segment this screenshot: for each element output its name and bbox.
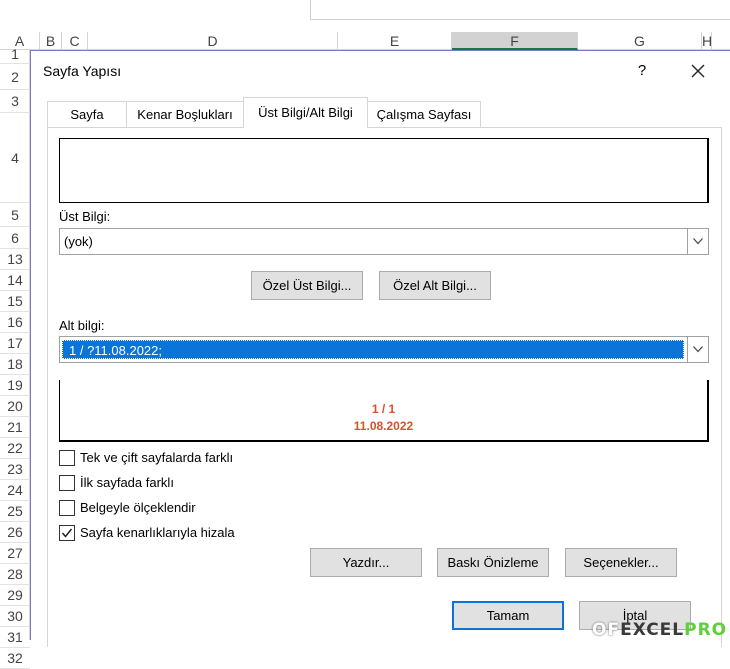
row-header-bar: 1 2 3 4 5 6 13 14 15 16 17 18 19 20 21 22 23 24 25 26 27 28 29… [0, 46, 30, 669]
header-label: Üst Bilgi: [59, 209, 111, 224]
column-header-d[interactable]: D [88, 32, 338, 50]
row-header-19[interactable]: 19 [0, 375, 30, 396]
chevron-down-icon [693, 238, 703, 245]
checkbox-label: Belgeyle ölçeklendir [80, 500, 196, 515]
tab-sheet[interactable]: Çalışma Sayfası [367, 101, 481, 128]
header-dropdown-arrow[interactable] [687, 229, 708, 254]
column-header-f[interactable]: F [452, 32, 578, 50]
custom-header-button[interactable]: Özel Üst Bilgi... [251, 271, 363, 300]
watermark-part-of: OF [592, 620, 621, 640]
tab-page[interactable]: Sayfa [47, 101, 127, 128]
row-header-2[interactable]: 2 [0, 64, 30, 90]
header-footer-panel: Üst Bilgi: (yok) Özel Üst Bilgi... Özel … [47, 127, 722, 647]
footer-label: Alt bilgi: [59, 318, 105, 333]
row-header-27[interactable]: 27 [0, 543, 30, 564]
row-header-28[interactable]: 28 [0, 564, 30, 585]
watermark-part-pro: PRO [684, 620, 728, 640]
row-header-17[interactable]: 17 [0, 333, 30, 354]
checkmark-icon [61, 528, 73, 538]
tab-header-footer[interactable]: Üst Bilgi/Alt Bilgi [243, 97, 368, 128]
column-header-h[interactable]: H [702, 32, 712, 50]
checkbox-label: İlk sayfada farklı [80, 475, 174, 490]
header-select[interactable]: (yok) [59, 228, 709, 255]
tab-margins[interactable]: Kenar Boşlukları [126, 101, 244, 128]
row-header-15[interactable]: 15 [0, 291, 30, 312]
footer-select-value: 1 / ?11.08.2022; [62, 340, 684, 359]
row-header-31[interactable]: 31 [0, 627, 30, 648]
checkbox-align-margins[interactable]: Sayfa kenarlıklarıyla hizala [59, 525, 259, 543]
close-icon [691, 64, 705, 78]
row-header-6[interactable]: 6 [0, 227, 30, 249]
row-header-1[interactable]: 1 [0, 45, 30, 64]
column-header-bar: ABCDEFGH [0, 32, 730, 50]
checkbox-box[interactable] [59, 500, 75, 516]
page-setup-dialog: Sayfa Yapısı ? Sayfa Kenar Boşlukları Üs… [30, 50, 730, 647]
column-header-e[interactable]: E [338, 32, 452, 50]
header-select-value: (yok) [64, 234, 93, 249]
checkbox-box[interactable] [59, 525, 75, 541]
custom-footer-button[interactable]: Özel Alt Bilgi... [379, 271, 491, 300]
dialog-title: Sayfa Yapısı [43, 63, 122, 79]
row-header-5[interactable]: 5 [0, 203, 30, 227]
row-header-32[interactable]: 32 [0, 648, 30, 669]
formula-bar[interactable] [310, 0, 730, 20]
footer-select[interactable]: 1 / ?11.08.2022; [59, 336, 709, 363]
checkbox-box[interactable] [59, 450, 75, 466]
row-header-21[interactable]: 21 [0, 417, 30, 438]
help-button[interactable]: ? [629, 59, 655, 83]
options-button[interactable]: Seçenekler... [565, 548, 677, 577]
footer-preview: 1 / 1 11.08.2022 [59, 380, 709, 442]
row-header-16[interactable]: 16 [0, 312, 30, 333]
close-button[interactable] [683, 59, 713, 83]
chevron-down-icon [693, 346, 703, 353]
column-header-g[interactable]: G [578, 32, 702, 50]
row-header-20[interactable]: 20 [0, 396, 30, 417]
row-header-26[interactable]: 26 [0, 522, 30, 543]
column-header-b[interactable]: B [40, 32, 62, 50]
footer-preview-date: 11.08.2022 [353, 419, 414, 433]
print-preview-button[interactable]: Baskı Önizleme [437, 548, 549, 577]
row-header-14[interactable]: 14 [0, 270, 30, 291]
row-header-3[interactable]: 3 [0, 90, 30, 113]
footer-dropdown-arrow[interactable] [687, 337, 708, 362]
row-header-30[interactable]: 30 [0, 606, 30, 627]
checkbox-scale-with-document[interactable]: Belgeyle ölçeklendir [59, 500, 259, 518]
checkbox-label: Sayfa kenarlıklarıyla hizala [80, 525, 235, 540]
footer-preview-page: 1 / 1 [371, 402, 396, 416]
header-preview [59, 138, 709, 203]
row-header-25[interactable]: 25 [0, 501, 30, 522]
ok-button[interactable]: Tamam [452, 601, 564, 630]
watermark-logo: OFEXCELPRO [592, 620, 730, 640]
row-header-22[interactable]: 22 [0, 438, 30, 459]
row-header-24[interactable]: 24 [0, 480, 30, 501]
row-header-18[interactable]: 18 [0, 354, 30, 375]
row-header-29[interactable]: 29 [0, 585, 30, 606]
row-header-23[interactable]: 23 [0, 459, 30, 480]
row-header-4[interactable]: 4 [0, 113, 30, 203]
checkbox-box[interactable] [59, 475, 75, 491]
checkbox-first-page[interactable]: İlk sayfada farklı [59, 475, 259, 493]
column-header-c[interactable]: C [62, 32, 88, 50]
checkbox-label: Tek ve çift sayfalarda farklı [80, 450, 234, 465]
row-header-13[interactable]: 13 [0, 249, 30, 270]
watermark-part-excel: EXCEL [620, 620, 685, 640]
checkbox-odd-even[interactable]: Tek ve çift sayfalarda farklı [59, 450, 259, 468]
print-button[interactable]: Yazdır... [310, 548, 422, 577]
